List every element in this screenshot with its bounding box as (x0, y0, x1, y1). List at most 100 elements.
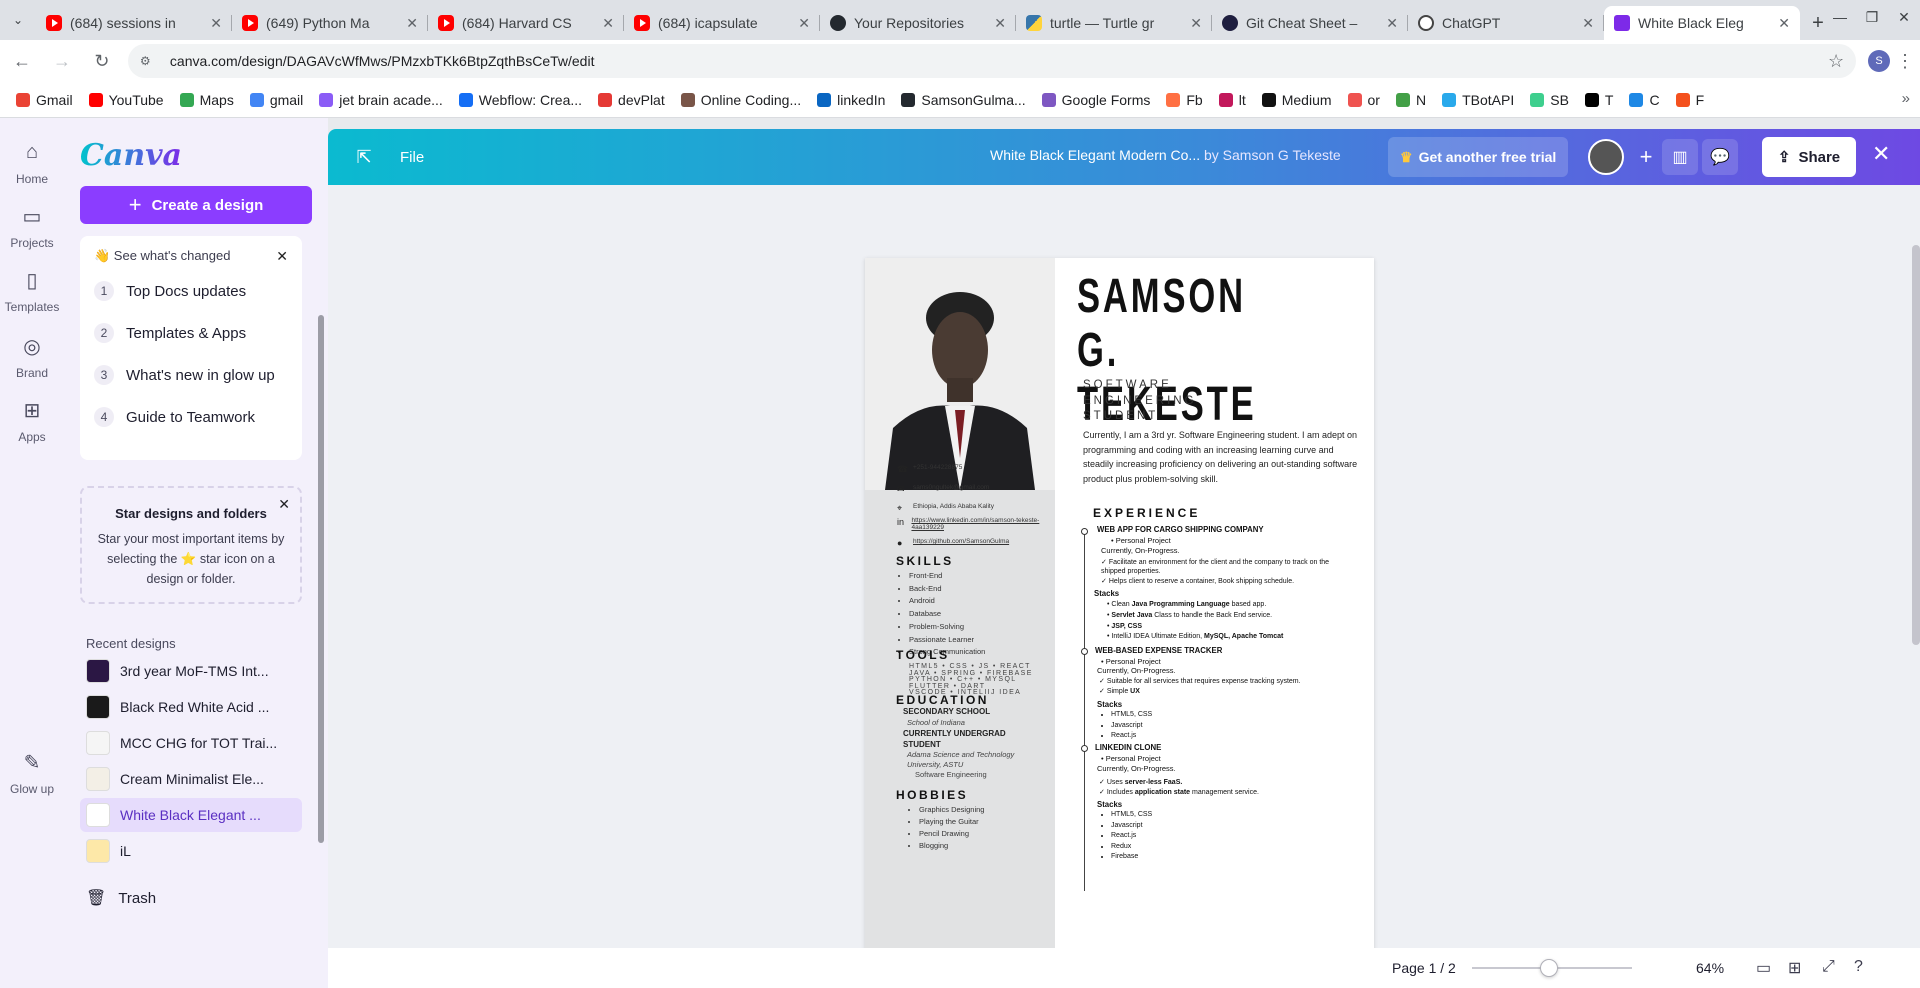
bookmark-item[interactable]: devPlat (590, 92, 673, 108)
bookmark-item[interactable]: jet brain acade... (311, 92, 451, 108)
recent-design-item[interactable]: 3rd year MoF-TMS Int... (80, 654, 302, 688)
rail-item-projects[interactable]: ▭ Projects (0, 202, 64, 251)
bookmark-item[interactable]: T (1577, 92, 1622, 108)
maximize-button[interactable]: ❐ (1856, 0, 1888, 34)
rail-item-glow-up[interactable]: ✎ Glow up (0, 748, 64, 797)
bookmark-item[interactable]: linkedIn (809, 92, 893, 108)
bookmark-item[interactable]: Gmail (8, 92, 81, 108)
bookmark-item[interactable]: TBotAPI (1434, 92, 1522, 108)
contact-text[interactable]: https://github.com/SamsonGulma (913, 538, 1009, 545)
recent-design-item[interactable]: Black Red White Acid ... (80, 690, 302, 724)
document-title[interactable]: White Black Elegant Modern Co... by Sams… (990, 147, 1341, 163)
sidebar-scrollbar[interactable] (318, 315, 324, 843)
recent-design-item[interactable]: MCC CHG for TOT Trai... (80, 726, 302, 760)
rail-item-brand[interactable]: ◎ Brand (0, 332, 64, 381)
bookmark-item[interactable]: C (1621, 92, 1667, 108)
bookmark-item[interactable]: YouTube (81, 92, 172, 108)
browser-tab[interactable]: (684) sessions in ✕ (36, 6, 232, 40)
bookmark-item[interactable]: gmail (242, 92, 311, 108)
browser-menu-icon[interactable]: ⋮ (1890, 51, 1920, 72)
close-tab-icon[interactable]: ✕ (798, 15, 810, 32)
bookmark-item[interactable]: Online Coding... (673, 92, 809, 108)
bookmark-item[interactable]: lt (1211, 92, 1254, 108)
more-bookmarks-icon[interactable]: » (1902, 90, 1910, 107)
insights-chart-icon[interactable]: ▥ (1662, 139, 1698, 175)
bookmark-item[interactable]: SB (1522, 92, 1577, 108)
bookmark-item[interactable]: N (1388, 92, 1434, 108)
rail-item-apps[interactable]: ⊞ Apps (0, 396, 64, 445)
address-bar[interactable]: ⚙ canva.com/design/DAGAVcWfMws/PMzxbTKk6… (127, 44, 1857, 78)
notes-icon[interactable]: ▭ (1756, 958, 1771, 978)
bookmark-item[interactable]: or (1340, 92, 1388, 108)
browser-tab[interactable]: (684) Harvard CS ✕ (428, 6, 624, 40)
whats-changed-item[interactable]: 2 Templates & Apps (94, 323, 288, 343)
whats-changed-item[interactable]: 3 What's new in glow up (94, 365, 288, 385)
bookmark-item[interactable]: Medium (1254, 92, 1340, 108)
share-button[interactable]: ⇪ Share (1762, 137, 1856, 177)
back-button[interactable]: ← (4, 43, 40, 79)
canva-logo[interactable]: Canva (80, 138, 182, 173)
contact-text[interactable]: https://www.linkedin.com/in/samson-tekes… (911, 517, 1047, 531)
profile-photo[interactable] (865, 258, 1055, 490)
profile-avatar[interactable]: S (1868, 50, 1891, 72)
close-icon[interactable]: ✕ (278, 496, 290, 513)
page-count[interactable]: Page 1 / 2 (1392, 960, 1456, 976)
bookmark-item[interactable]: SamsonGulma... (893, 92, 1033, 108)
bookmark-item[interactable]: Google Forms (1034, 92, 1159, 108)
close-editor-icon[interactable]: ✕ (1872, 141, 1890, 167)
close-window-button[interactable]: ✕ (1888, 0, 1920, 34)
forward-button[interactable]: → (44, 43, 80, 79)
zoom-slider-handle[interactable] (1539, 959, 1558, 977)
bookmark-item[interactable]: Maps (172, 92, 242, 108)
browser-tab[interactable]: (684) icapsulate ✕ (624, 6, 820, 40)
recent-design-item[interactable]: Cream Minimalist Ele... (80, 762, 302, 796)
document-author: by Samson G Tekeste (1204, 147, 1341, 163)
browser-tab[interactable]: (649) Python Ma ✕ (232, 6, 428, 40)
bookmark-star-icon[interactable]: ☆ (1828, 51, 1844, 72)
free-trial-button[interactable]: ♛ Get another free trial (1388, 137, 1569, 177)
tab-search-button[interactable]: ⌄ (0, 0, 36, 40)
recent-design-item[interactable]: White Black Elegant ... (80, 798, 302, 832)
site-info-icon[interactable]: ⚙ (140, 54, 158, 68)
close-tab-icon[interactable]: ✕ (602, 15, 614, 32)
close-tab-icon[interactable]: ✕ (994, 15, 1006, 32)
reload-button[interactable]: ↻ (84, 43, 120, 79)
close-tab-icon[interactable]: ✕ (1190, 15, 1202, 32)
browser-tab[interactable]: ChatGPT ✕ (1408, 6, 1604, 40)
browser-tab[interactable]: turtle — Turtle gr ✕ (1016, 6, 1212, 40)
grid-view-icon[interactable]: ⊞ (1788, 958, 1801, 978)
user-avatar[interactable] (1588, 139, 1624, 175)
comment-icon[interactable]: 💬 (1702, 139, 1738, 175)
add-collaborator-icon[interactable]: + (1628, 139, 1664, 175)
close-tab-icon[interactable]: ✕ (1582, 15, 1594, 32)
close-icon[interactable]: ✕ (276, 248, 288, 265)
fullscreen-icon[interactable]: ⤢ (1822, 958, 1835, 976)
close-tab-icon[interactable]: ✕ (406, 15, 418, 32)
zoom-value[interactable]: 64% (1696, 960, 1724, 976)
open-in-new-icon[interactable]: ⇱ (342, 147, 386, 168)
bookmark-favicon-icon (1218, 92, 1233, 107)
bookmark-item[interactable]: Webflow: Crea... (451, 92, 590, 108)
browser-tab[interactable]: Git Cheat Sheet – ✕ (1212, 6, 1408, 40)
url-text[interactable]: canva.com/design/DAGAVcWfMws/PMzxbTKk6Bt… (170, 53, 1828, 69)
close-tab-icon[interactable]: ✕ (1386, 15, 1398, 32)
canvas-area[interactable]: SKILLS Front-EndBack-EndAndroidDatabaseP… (328, 185, 1920, 978)
bookmark-item[interactable]: Fb (1158, 92, 1210, 108)
browser-tab[interactable]: White Black Eleg ✕ (1604, 6, 1800, 40)
whats-changed-item[interactable]: 4 Guide to Teamwork (94, 407, 288, 427)
file-menu-button[interactable]: File (400, 149, 424, 166)
canvas-scrollbar[interactable] (1912, 245, 1920, 645)
bookmark-item[interactable]: F (1668, 92, 1713, 108)
recent-design-item[interactable]: iL (80, 834, 302, 868)
browser-tab[interactable]: Your Repositories ✕ (820, 6, 1016, 40)
close-tab-icon[interactable]: ✕ (1778, 15, 1790, 32)
rail-item-home[interactable]: ⌂ Home (0, 138, 64, 187)
close-tab-icon[interactable]: ✕ (210, 15, 222, 32)
rail-item-templates[interactable]: ▯ Templates (0, 266, 64, 315)
trash-button[interactable]: 🗑 Trash (86, 888, 156, 908)
minimize-button[interactable]: — (1824, 0, 1856, 34)
create-design-button[interactable]: + Create a design (80, 186, 312, 224)
whats-changed-item[interactable]: 1 Top Docs updates (94, 281, 288, 301)
resume-page[interactable]: SKILLS Front-EndBack-EndAndroidDatabaseP… (865, 258, 1374, 978)
help-icon[interactable]: ? (1854, 958, 1863, 976)
